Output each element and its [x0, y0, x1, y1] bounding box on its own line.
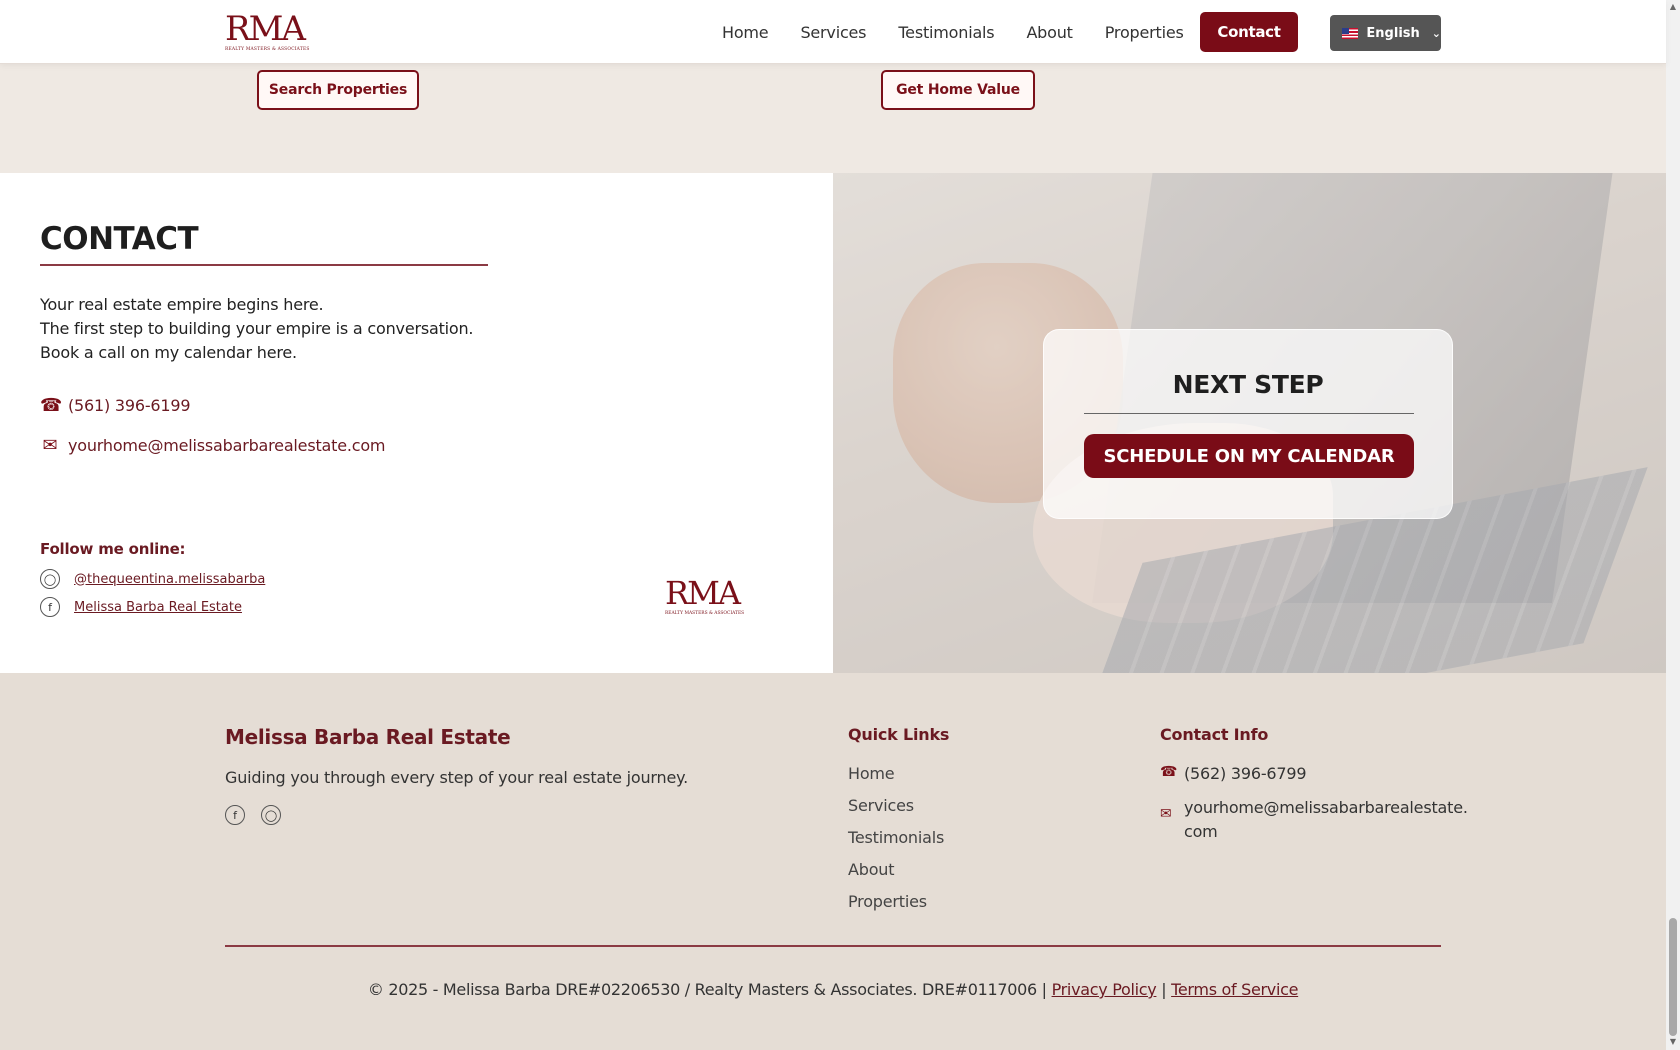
language-selector[interactable]: English ⌄: [1330, 15, 1441, 51]
contact-button[interactable]: Contact: [1200, 12, 1298, 52]
footer-email-text: yourhome@melissabarbarealestate. com: [1184, 796, 1468, 844]
search-properties-button[interactable]: Search Properties: [257, 70, 419, 110]
scrollbar-thumb[interactable]: [1669, 918, 1677, 1036]
next-step-card: NEXT STEP SCHEDULE ON MY CALENDAR: [1043, 329, 1453, 519]
footer-divider: [225, 945, 1441, 947]
contact-email-text: yourhome@melissabarbarealestate.com: [68, 436, 386, 455]
instagram-link-row: ◯ @thequeentina.melissabarba: [40, 569, 265, 589]
contact-info-title: Contact Info: [1160, 725, 1269, 744]
nav-testimonials[interactable]: Testimonials: [898, 23, 994, 42]
scroll-up-arrow-icon[interactable]: ▲: [1669, 3, 1677, 11]
next-step-section: NEXT STEP SCHEDULE ON MY CALENDAR: [833, 173, 1666, 673]
instagram-link[interactable]: @thequeentina.melissabarba: [74, 572, 265, 587]
nav-about[interactable]: About: [1026, 23, 1073, 42]
logo-mark: RMA: [665, 574, 741, 612]
logo-mark: RMA: [225, 9, 306, 49]
instagram-icon[interactable]: ◯: [40, 569, 60, 589]
contact-divider: [40, 264, 488, 266]
facebook-icon[interactable]: f: [40, 597, 60, 617]
contact-title: CONTACT: [40, 221, 199, 257]
footer-link-services[interactable]: Services: [848, 796, 914, 815]
site-logo[interactable]: RMA REALTY MASTERS & ASSOCIATES: [225, 9, 310, 54]
copyright-separator: |: [1161, 980, 1167, 999]
footer-link-home[interactable]: Home: [848, 764, 895, 783]
footer-tagline: Guiding you through every step of your r…: [225, 768, 688, 787]
instagram-icon[interactable]: ◯: [261, 805, 281, 825]
nav-home[interactable]: Home: [722, 23, 769, 42]
mail-icon: ✉: [1160, 806, 1172, 822]
footer-phone-text: (562) 396-6799: [1184, 764, 1307, 783]
phone-icon: ☎: [1160, 764, 1178, 780]
phone-icon: ☎: [40, 395, 63, 416]
footer-email-line: com: [1184, 822, 1218, 841]
next-step-divider: [1084, 413, 1414, 414]
properties-cta-section: Search Properties Get Home Value: [0, 64, 1666, 173]
footer-link-testimonials[interactable]: Testimonials: [848, 828, 944, 847]
quick-links-title: Quick Links: [848, 725, 950, 744]
contact-phone-text: (561) 396-6199: [68, 396, 191, 415]
footer-link-properties[interactable]: Properties: [848, 892, 927, 911]
get-home-value-button[interactable]: Get Home Value: [881, 70, 1035, 110]
mail-icon: ✉: [42, 435, 58, 456]
language-label: English: [1366, 25, 1420, 41]
facebook-icon[interactable]: f: [225, 805, 245, 825]
footer-brand: Melissa Barba Real Estate: [225, 725, 511, 749]
copyright-text: © 2025 - Melissa Barba DRE#02206530 / Re…: [367, 980, 1047, 999]
footer-phone[interactable]: ☎ (562) 396-6799: [1160, 764, 1307, 783]
nav-services[interactable]: Services: [800, 23, 866, 42]
copyright-line: © 2025 - Melissa Barba DRE#02206530 / Re…: [0, 980, 1666, 999]
logo-subtitle: REALTY MASTERS & ASSOCIATES: [665, 611, 745, 616]
footer-instagram[interactable]: ◯: [261, 805, 295, 825]
scroll-down-arrow-icon[interactable]: ▼: [1669, 1038, 1677, 1046]
footer-facebook[interactable]: f: [225, 805, 259, 825]
page-scrollbar[interactable]: ▲ ▼: [1666, 0, 1680, 1050]
follow-label: Follow me online:: [40, 540, 186, 558]
terms-of-service-link[interactable]: Terms of Service: [1171, 980, 1298, 999]
site-footer: Melissa Barba Real Estate Guiding you th…: [0, 673, 1666, 1050]
contact-line: Your real estate empire begins here.: [40, 295, 324, 314]
site-header: RMA REALTY MASTERS & ASSOCIATES Home Ser…: [0, 0, 1666, 64]
chevron-down-icon: ⌄: [1431, 26, 1441, 40]
us-flag-icon: [1342, 27, 1359, 39]
footer-email[interactable]: ✉ yourhome@melissabarbarealestate. com: [1160, 796, 1468, 844]
contact-line: Book a call on my calendar here.: [40, 343, 297, 362]
contact-line: The first step to building your empire i…: [40, 319, 474, 338]
schedule-calendar-button[interactable]: SCHEDULE ON MY CALENDAR: [1084, 434, 1414, 478]
nav-properties[interactable]: Properties: [1105, 23, 1184, 42]
privacy-policy-link[interactable]: Privacy Policy: [1052, 980, 1157, 999]
contact-logo: RMA REALTY MASTERS & ASSOCIATES: [665, 577, 745, 616]
logo-subtitle: REALTY MASTERS & ASSOCIATES: [225, 47, 310, 52]
contact-intro: Your real estate empire begins here. The…: [40, 293, 474, 365]
next-step-title: NEXT STEP: [1172, 370, 1324, 399]
contact-phone[interactable]: ☎ (561) 396-6199: [40, 395, 191, 416]
main-nav: Home Services Testimonials About Propert…: [722, 0, 1216, 64]
facebook-link[interactable]: Melissa Barba Real Estate: [74, 600, 242, 615]
facebook-link-row: f Melissa Barba Real Estate: [40, 597, 242, 617]
contact-section: CONTACT Your real estate empire begins h…: [0, 173, 833, 673]
contact-email[interactable]: ✉ yourhome@melissabarbarealestate.com: [40, 435, 386, 456]
footer-link-about[interactable]: About: [848, 860, 895, 879]
footer-email-line: yourhome@melissabarbarealestate.: [1184, 798, 1468, 817]
